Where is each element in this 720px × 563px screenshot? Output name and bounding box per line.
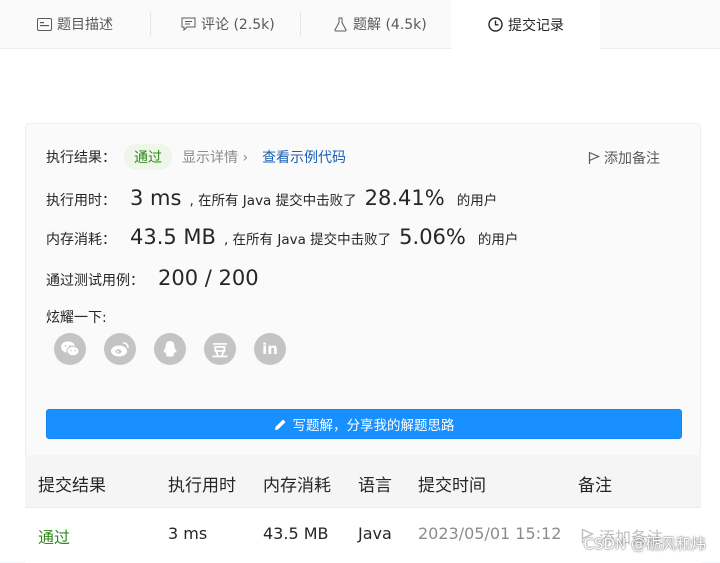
tab-description-label: 题目描述 [57,17,113,33]
chevron-right-icon: › [242,150,249,166]
memory-percent: 5.06% [399,225,466,249]
row-submitted: 2023/05/01 15:12 [418,524,562,543]
tab-comments-label: 评论 (2.5k) [201,17,275,33]
row-runtime: 3 ms [168,524,208,543]
result-label: 执行结果： [46,150,116,166]
add-note-button[interactable]: 添加备注 [588,148,660,168]
douban-glyph: 豆 [211,341,228,360]
runtime-percent: 28.41% [364,186,445,210]
memory-value: 43.5 MB [130,225,216,249]
comment-icon [180,16,196,32]
tab-divider [150,12,151,36]
share-label: 炫耀一下: [46,310,107,326]
runtime-value: 3 ms [130,186,182,210]
douban-icon[interactable]: 豆 [204,333,236,365]
header-memory: 内存消耗 [263,476,331,496]
header-runtime: 执行用时 [168,476,236,496]
pencil-icon [274,418,287,431]
runtime-row: 执行用时： 3 ms , 在所有 Java 提交中击败了 28.41% 的用户 [46,186,497,210]
show-details-label: 显示详情 [182,150,238,166]
show-details-link[interactable]: 显示详情 › [182,147,248,167]
header-note: 备注 [578,476,612,496]
view-sample-code-link[interactable]: 查看示例代码 [262,147,346,167]
memory-text: , 在所有 Java 提交中击败了 [223,232,392,248]
tab-submissions-label: 提交记录 [508,17,564,34]
runtime-text: , 在所有 Java 提交中击败了 [189,193,357,209]
tests-label: 通过测试用例： [46,273,144,289]
tab-description[interactable]: 题目描述 [36,0,113,48]
linkedin-glyph: in [262,340,278,358]
tab-solutions-label: 题解 (4.5k) [353,17,427,33]
add-note-label: 添加备注 [604,151,660,167]
runtime-suffix: 的用户 [456,193,498,209]
tab-bar: 题目描述 评论 (2.5k) 题解 (4.5k) 提交记录 [0,0,720,49]
header-submitted: 提交时间 [418,476,486,496]
share-row: 炫耀一下: [46,307,107,327]
weibo-icon[interactable] [104,333,136,365]
watermark: CSDN @砺风和炜 [583,535,706,553]
tab-submissions[interactable]: 提交记录 [451,0,600,49]
memory-row: 内存消耗： 43.5 MB , 在所有 Java 提交中击败了 5.06% 的用… [46,225,518,249]
memory-label: 内存消耗： [46,232,116,248]
flask-icon [332,16,348,32]
header-result: 提交结果 [38,476,106,496]
header-language: 语言 [358,476,392,496]
write-solution-button[interactable]: 写题解，分享我的解题思路 [46,409,682,439]
row-memory: 43.5 MB [263,524,329,543]
result-row: 执行结果： 通过 显示详情 › 查看示例代码 [46,144,346,170]
flag-icon [588,151,600,165]
status-badge: 通过 [124,144,172,170]
linkedin-icon[interactable]: in [254,333,286,365]
row-language: Java [358,524,392,543]
tests-row: 通过测试用例： 200 / 200 [46,266,259,290]
wechat-icon[interactable] [54,333,86,365]
tab-solutions[interactable]: 题解 (4.5k) [332,0,427,48]
result-card: 执行结果： 通过 显示详情 › 查看示例代码 添加备注 执行用时： 3 ms ,… [25,123,701,483]
clock-icon [487,17,503,33]
write-solution-label: 写题解，分享我的解题思路 [292,418,455,434]
description-icon [36,16,52,32]
row-result[interactable]: 通过 [38,524,70,548]
submissions-table-header: 提交结果 执行用时 内存消耗 语言 提交时间 备注 [25,455,701,507]
tab-divider [300,12,301,36]
qq-icon[interactable] [154,333,186,365]
memory-suffix: 的用户 [477,232,519,248]
tests-value: 200 / 200 [158,266,259,290]
tab-comments[interactable]: 评论 (2.5k) [180,0,275,48]
runtime-label: 执行用时： [46,193,116,209]
